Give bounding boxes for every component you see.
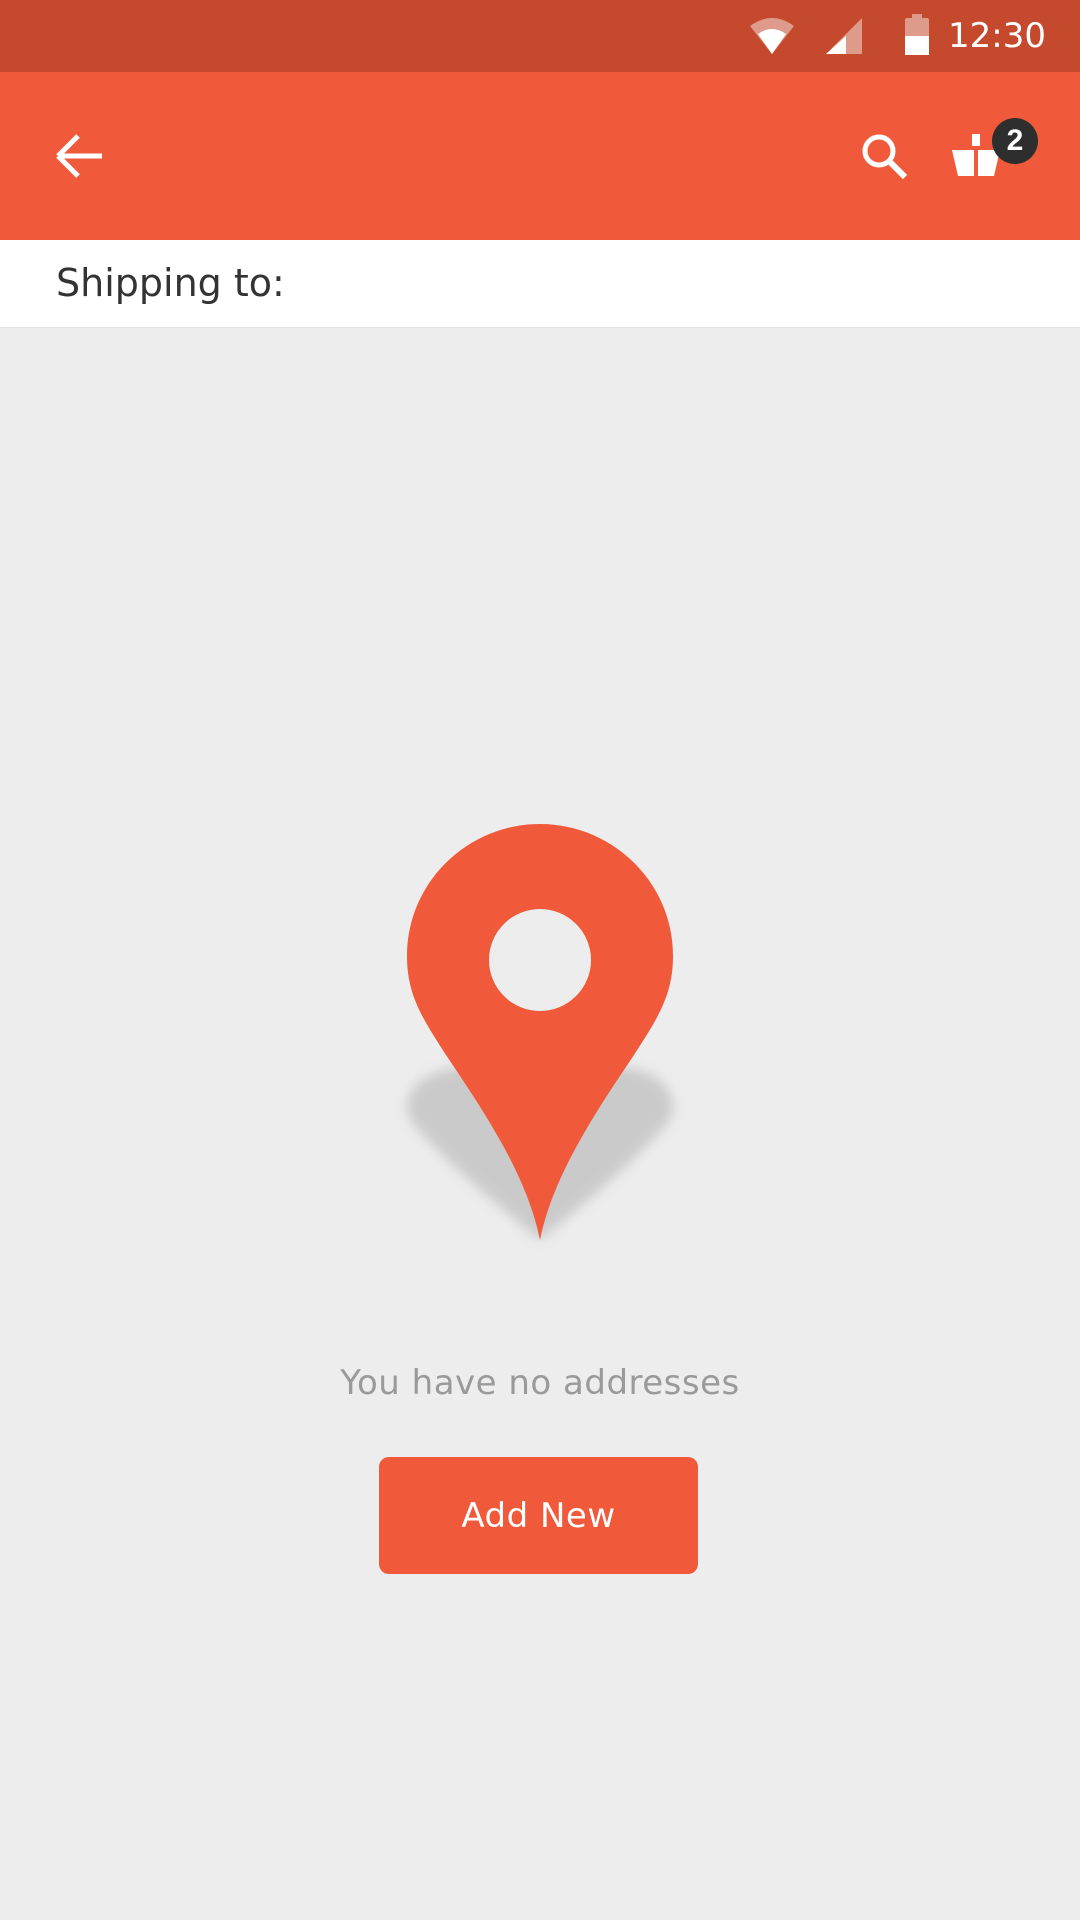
search-button[interactable] xyxy=(844,116,924,196)
shipping-address-screen: 12:30 2 Shipping to: You have no address… xyxy=(0,0,1080,1920)
shipping-to-label: Shipping to: xyxy=(56,261,285,305)
location-pin-icon xyxy=(407,824,673,1240)
back-arrow-icon xyxy=(56,134,102,178)
add-new-address-button[interactable]: Add New xyxy=(379,1457,698,1574)
cell-signal-icon xyxy=(826,18,862,54)
empty-state-message: You have no addresses xyxy=(340,1363,740,1403)
battery-icon xyxy=(905,14,929,55)
cart-button[interactable]: 2 xyxy=(944,112,1038,196)
shipping-header: Shipping to: xyxy=(0,240,1080,328)
back-button[interactable] xyxy=(40,116,120,196)
status-time: 12:30 xyxy=(948,16,1046,56)
search-icon xyxy=(862,134,908,180)
wifi-icon xyxy=(750,18,794,54)
app-bar: 2 xyxy=(0,72,1080,240)
cart-count-badge: 2 xyxy=(992,118,1038,164)
status-bar: 12:30 xyxy=(0,0,1080,72)
